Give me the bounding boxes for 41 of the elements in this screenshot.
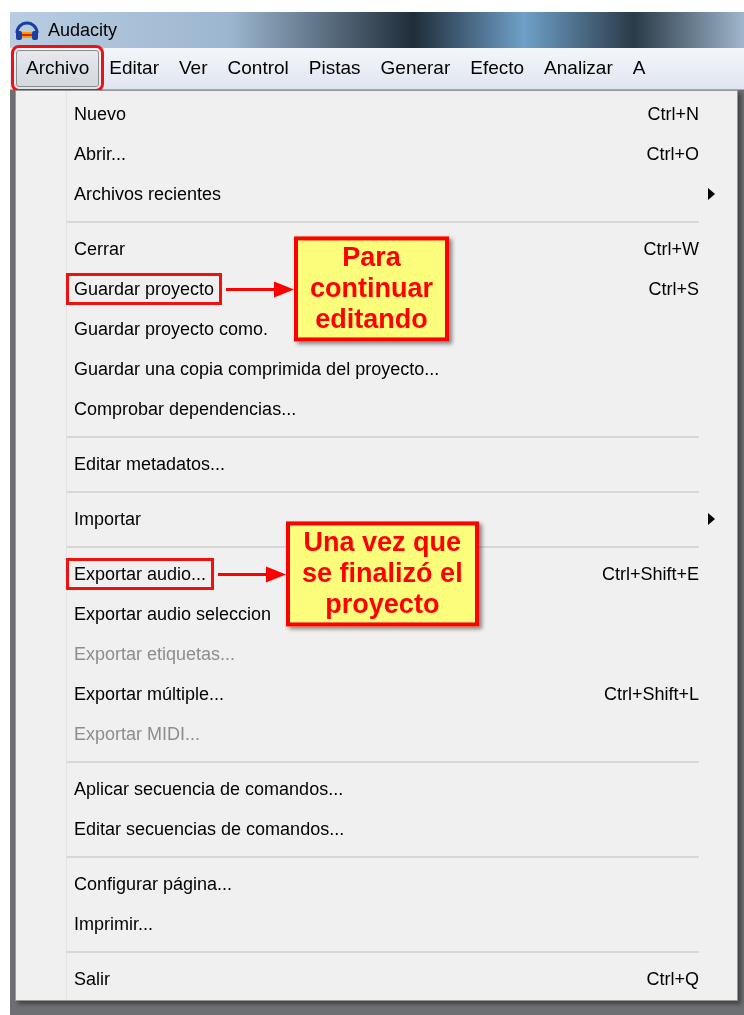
- menu-item[interactable]: Imprimir...: [66, 907, 161, 940]
- menu-item[interactable]: Nuevo: [66, 97, 135, 130]
- menu-item[interactable]: Configurar página...: [66, 867, 241, 900]
- menu-bar-item[interactable]: Analizar: [534, 50, 623, 87]
- menu-item[interactable]: Comprobar dependencias...: [66, 392, 305, 425]
- menu-item[interactable]: Archivos recientes: [66, 177, 230, 210]
- headphones-icon: [14, 19, 40, 41]
- menu-bar-item[interactable]: Control: [217, 50, 299, 87]
- callout-note: Para continuar editando: [294, 236, 450, 342]
- submenu-arrow-icon: [708, 188, 715, 200]
- shortcut-label: Ctrl+Shift+L: [603, 682, 699, 706]
- shortcut-label: Ctrl+W: [643, 237, 699, 261]
- callout-arrow: [218, 564, 287, 584]
- menu-bar-item[interactable]: Editar: [99, 50, 169, 87]
- submenu-arrow-icon: [708, 513, 715, 525]
- menu-bar-item[interactable]: Generar: [370, 50, 461, 87]
- menu-item[interactable]: Guardar una copia comprimida del proyecto...: [66, 352, 448, 385]
- menu-bar-item[interactable]: A: [622, 50, 656, 87]
- menu-bar-item[interactable]: Pistas: [298, 50, 371, 87]
- shortcut-label: Ctrl+O: [646, 142, 699, 166]
- menu-item[interactable]: Aplicar secuencia de comandos...: [66, 772, 352, 805]
- menu-item[interactable]: Guardar proyecto: [66, 272, 223, 305]
- menu-item[interactable]: Editar secuencias de comandos...: [66, 812, 353, 845]
- callout-arrow: [226, 279, 295, 299]
- window-title: Audacity: [48, 18, 118, 42]
- menu-item[interactable]: Importar: [66, 502, 150, 535]
- callout-note: Una vez que se finalizó el proyecto: [286, 521, 479, 627]
- menu-item[interactable]: Abrir...: [66, 137, 134, 170]
- menu-item[interactable]: Salir: [66, 962, 118, 995]
- menu-item[interactable]: Exportar múltiple...: [66, 677, 233, 710]
- menu-bar-item[interactable]: Efecto: [460, 50, 535, 87]
- menu-item[interactable]: Exportar audio...: [66, 557, 215, 590]
- shortcut-label: Ctrl+N: [647, 102, 699, 126]
- menu-item[interactable]: Exportar audio seleccion: [66, 597, 280, 630]
- menu-item[interactable]: Guardar proyecto como.: [66, 312, 277, 345]
- shortcut-label: Ctrl+Shift+E: [601, 562, 699, 586]
- shortcut-label: Ctrl+Q: [646, 967, 699, 991]
- menu-item[interactable]: Editar metadatos...: [66, 447, 234, 480]
- menu-item[interactable]: Cerrar: [66, 232, 133, 265]
- shortcut-label: Ctrl+S: [648, 277, 699, 301]
- menu-bar-item[interactable]: Ver: [169, 50, 218, 87]
